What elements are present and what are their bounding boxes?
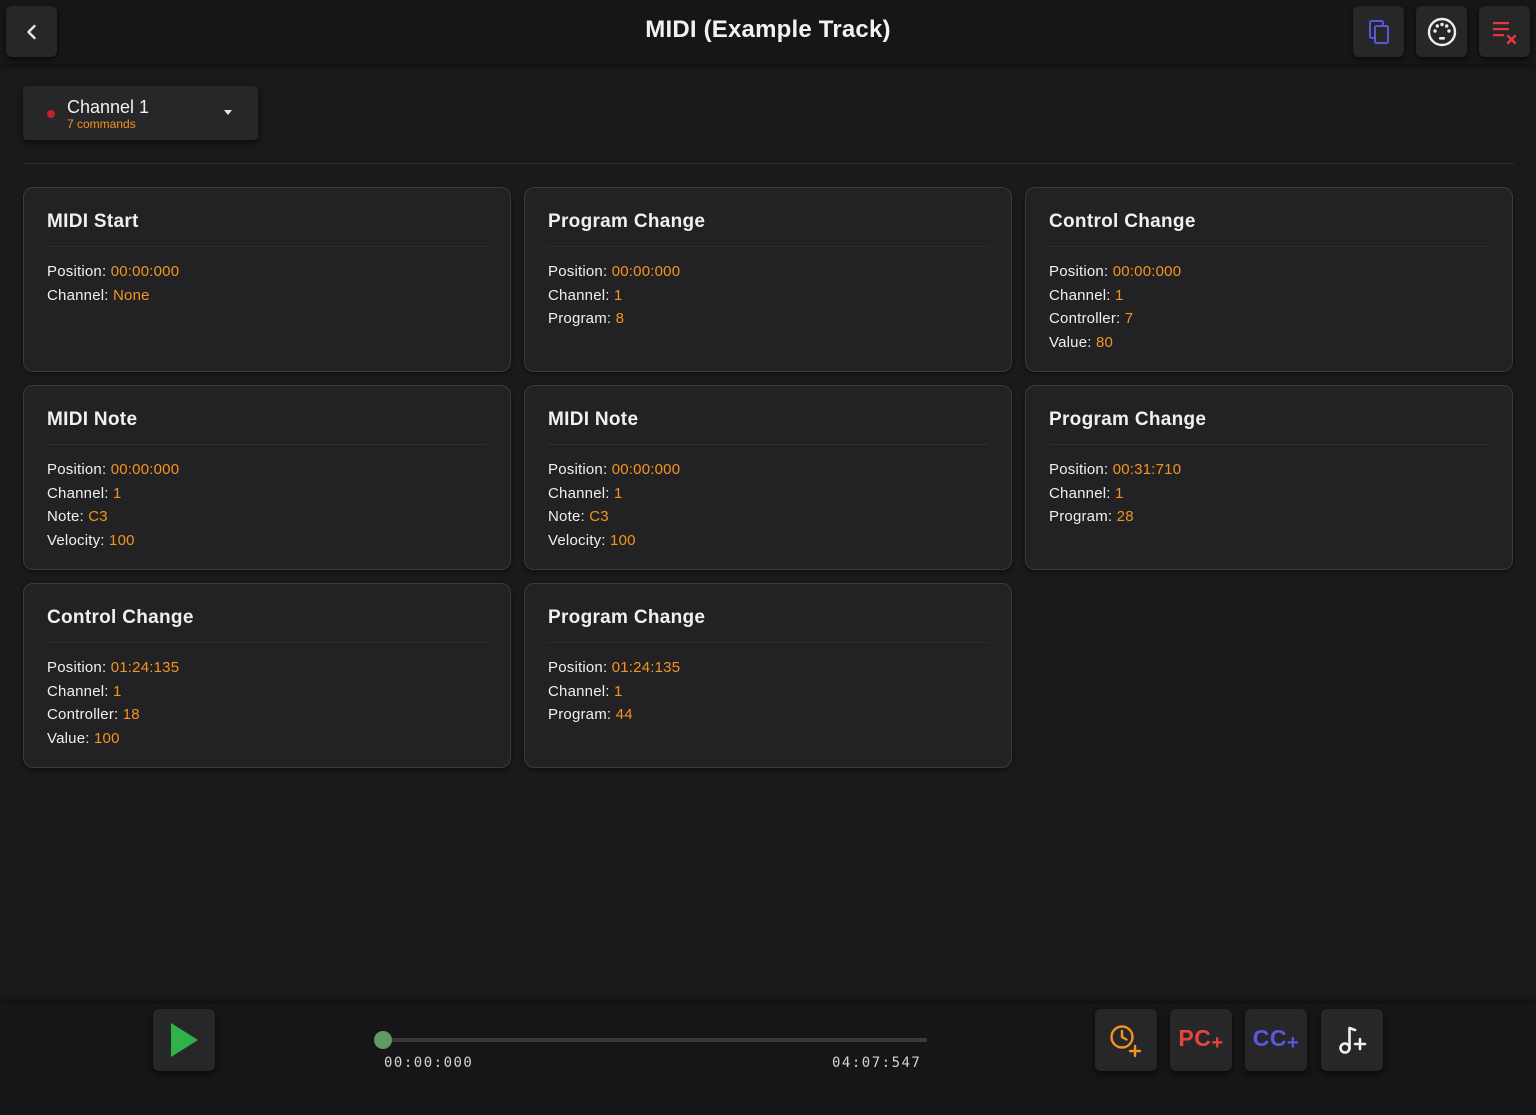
field-position: Position: 01:24:135 [548, 659, 681, 676]
field-value: Value: 100 [47, 730, 120, 748]
play-button[interactable] [153, 1009, 215, 1071]
field-controller: Controller: 18 [47, 706, 140, 724]
cc-label: CC [1252, 1025, 1288, 1051]
divider [23, 163, 1514, 164]
current-time: 00:00:000 [384, 1055, 474, 1071]
clear-commands-button[interactable] [1479, 6, 1530, 57]
card-title: Control Change [47, 584, 487, 643]
field-position: Position: 00:00:000 [47, 263, 180, 280]
add-program-change-button[interactable]: PC+ [1170, 1009, 1232, 1071]
field-program: Program: 28 [1049, 508, 1134, 526]
midi-port-button[interactable] [1416, 6, 1467, 57]
channel-dropdown[interactable]: Channel 1 7 commands [23, 86, 258, 140]
field-position: Position: 01:24:135 [47, 659, 180, 676]
field-value: Value: 80 [1049, 334, 1114, 352]
channel-status-dot [47, 110, 55, 118]
command-card-midi-start[interactable]: MIDI Start Position: 00:00:000 Channel: … [23, 187, 511, 372]
card-title: MIDI Note [47, 386, 487, 445]
field-channel: Channel: 1 [548, 484, 623, 502]
midi-port-icon [1427, 17, 1456, 46]
card-title: MIDI Start [47, 188, 487, 247]
card-title: Program Change [1049, 386, 1489, 445]
command-card-midi-note[interactable]: MIDI Note Position: 00:00:000 Channel: 1… [524, 385, 1012, 570]
channel-command-count: 7 commands [67, 117, 136, 131]
clear-list-icon [1492, 21, 1516, 44]
field-channel: Channel: 1 [47, 682, 122, 700]
timeline-slider-thumb[interactable] [374, 1031, 392, 1049]
card-title: Program Change [548, 584, 988, 643]
plus-icon: + [1211, 1032, 1224, 1054]
field-program: Program: 44 [548, 706, 633, 724]
field-note: Note: C3 [548, 508, 609, 526]
field-position: Position: 00:00:000 [47, 461, 180, 478]
field-controller: Controller: 7 [1049, 310, 1134, 328]
field-channel: Channel: 1 [548, 682, 623, 700]
field-position: Position: 00:00:000 [548, 263, 681, 280]
note-plus-icon [1339, 1026, 1367, 1054]
clock-plus-icon [1110, 1025, 1142, 1058]
field-velocity: Velocity: 100 [548, 532, 636, 550]
card-title: Control Change [1049, 188, 1489, 247]
page-title: MIDI (Example Track) [645, 16, 891, 43]
field-channel: Channel: 1 [1049, 484, 1124, 502]
add-control-change-button[interactable]: CC+ [1245, 1009, 1307, 1071]
plus-icon: + [1287, 1032, 1300, 1054]
field-channel: Channel: 1 [1049, 286, 1124, 304]
end-time: 04:07:547 [832, 1055, 922, 1071]
channel-name: Channel 1 [67, 97, 150, 117]
timeline-slider-track[interactable] [383, 1038, 927, 1042]
copy-button[interactable] [1353, 6, 1404, 57]
add-timecode-command-button[interactable] [1095, 1009, 1157, 1071]
field-channel: Channel: 1 [47, 484, 122, 502]
command-card-program-change[interactable]: Program Change Position: 01:24:135 Chann… [524, 583, 1012, 768]
field-channel: Channel: None [47, 286, 150, 304]
command-card-control-change[interactable]: Control Change Position: 00:00:000 Chann… [1025, 187, 1513, 372]
field-program: Program: 8 [548, 310, 625, 328]
command-card-control-change[interactable]: Control Change Position: 01:24:135 Chann… [23, 583, 511, 768]
pc-label: PC [1178, 1025, 1212, 1051]
card-title: MIDI Note [548, 386, 988, 445]
card-title: Program Change [548, 188, 988, 247]
field-position: Position: 00:00:000 [1049, 263, 1182, 280]
command-card-program-change[interactable]: Program Change Position: 00:00:000 Chann… [524, 187, 1012, 372]
command-card-program-change[interactable]: Program Change Position: 00:31:710 Chann… [1025, 385, 1513, 570]
field-channel: Channel: 1 [548, 286, 623, 304]
copy-icon [1368, 19, 1389, 44]
field-note: Note: C3 [47, 508, 108, 526]
field-velocity: Velocity: 100 [47, 532, 135, 550]
field-position: Position: 00:00:000 [548, 461, 681, 478]
command-grid: MIDI Start Position: 00:00:000 Channel: … [23, 187, 1514, 768]
play-icon [171, 1023, 198, 1057]
command-card-midi-note[interactable]: MIDI Note Position: 00:00:000 Channel: 1… [23, 385, 511, 570]
caret-down-icon [224, 110, 232, 115]
add-midi-note-button[interactable] [1321, 1009, 1383, 1071]
field-position: Position: 00:31:710 [1049, 461, 1182, 478]
